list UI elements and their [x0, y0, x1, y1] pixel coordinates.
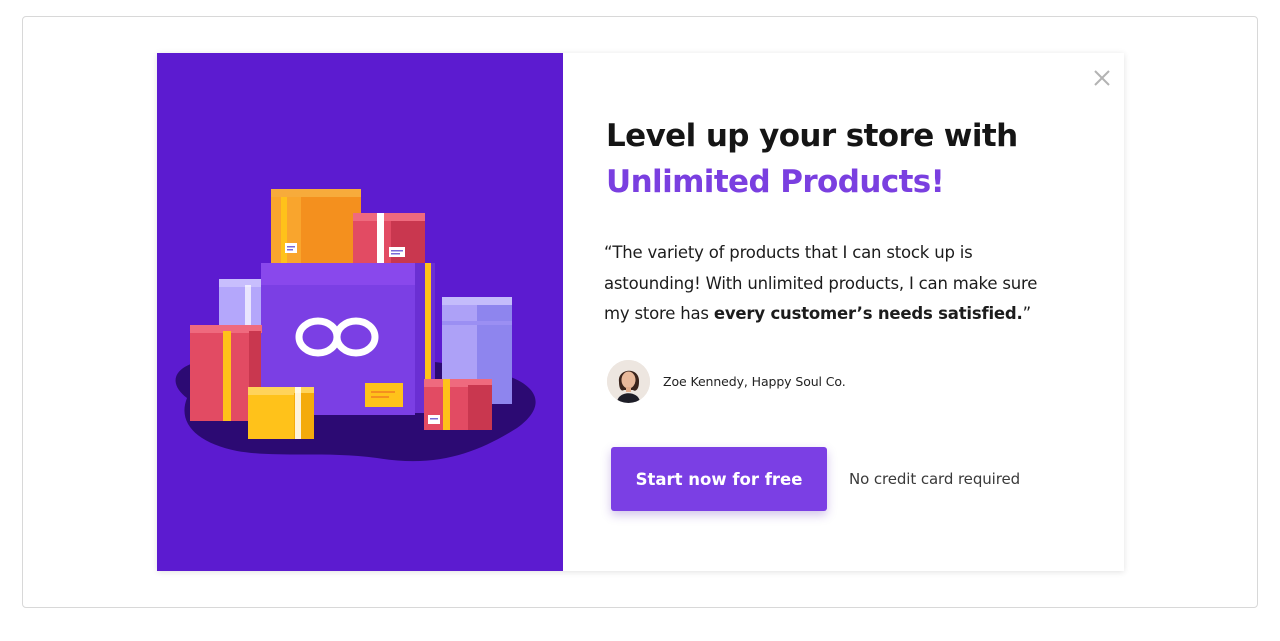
start-free-button[interactable]: Start now for free — [611, 447, 827, 511]
upgrade-modal: Level up your store with Unlimited Produ… — [157, 53, 1124, 571]
quote-emphasis: every customer’s needs satisfied. — [713, 304, 1023, 323]
illustration-panel — [157, 53, 563, 571]
close-icon[interactable] — [1091, 67, 1113, 89]
no-credit-card-note: No credit card required — [849, 470, 1020, 488]
box-purple-lid — [261, 263, 435, 285]
avatar — [607, 360, 650, 403]
content-panel: Level up your store with Unlimited Produ… — [563, 53, 1124, 571]
headline-line-2: Unlimited Products! — [606, 164, 945, 200]
testimonial-author: Zoe Kennedy, Happy Soul Co. — [607, 360, 846, 403]
testimonial-quote: “The variety of products that I can stoc… — [604, 238, 1054, 330]
author-name: Zoe Kennedy, Happy Soul Co. — [663, 374, 846, 389]
avatar-image — [607, 360, 650, 403]
headline-line-1: Level up your store with — [606, 118, 1018, 154]
modal-headline: Level up your store with Unlimited Produ… — [606, 113, 1018, 205]
quote-close: ” — [1022, 304, 1032, 323]
boxes-illustration — [175, 189, 536, 462]
